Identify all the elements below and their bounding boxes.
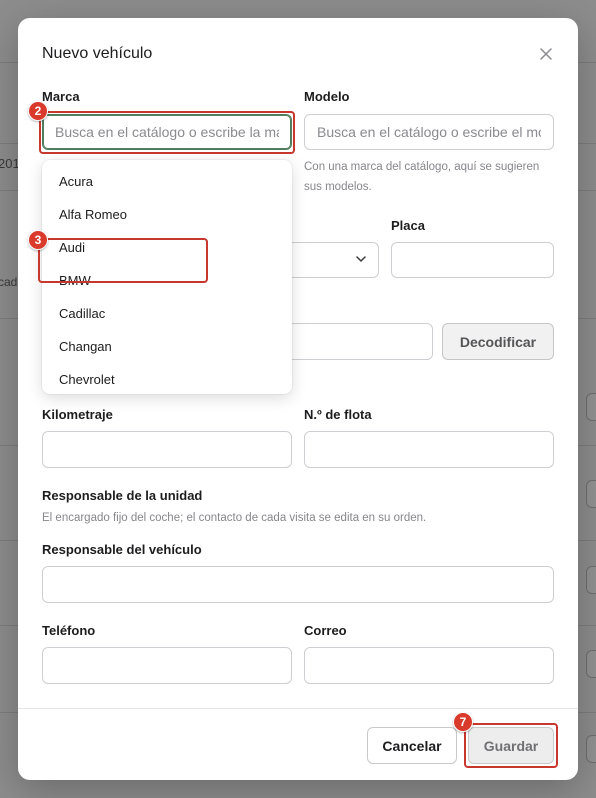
vehicle-responsible-label: Responsable del vehículo	[42, 542, 202, 557]
bg-row-control	[586, 735, 596, 763]
brand-input[interactable]	[42, 114, 292, 150]
chevron-down-icon	[356, 256, 366, 262]
bg-text-fragment: 201	[0, 156, 20, 171]
step-badge-brand: 2	[28, 101, 48, 121]
brand-option-alfa-romeo[interactable]: Alfa Romeo	[42, 198, 292, 231]
model-input[interactable]	[304, 114, 554, 150]
brand-option-changan[interactable]: Changan	[42, 330, 292, 363]
responsible-section-description: El encargado fijo del coche; el contacto…	[42, 512, 427, 524]
close-icon	[540, 48, 552, 60]
close-button[interactable]	[534, 42, 558, 66]
bg-row-control	[586, 480, 596, 508]
brand-option-cadillac[interactable]: Cadillac	[42, 297, 292, 330]
model-helper-text: Con una marca del catálogo, aquí se sugi…	[304, 161, 540, 193]
phone-label: Teléfono	[42, 623, 96, 638]
fleet-number-label: N.º de flota	[304, 407, 372, 422]
step-badge-options: 3	[28, 230, 48, 250]
new-vehicle-modal: Nuevo vehículo Marca Modelo Con una marc…	[18, 18, 578, 780]
brand-label: Marca	[42, 89, 80, 104]
plate-label: Placa	[391, 218, 425, 233]
save-button[interactable]: Guardar	[468, 727, 554, 764]
bg-row-control	[586, 566, 596, 594]
model-label: Modelo	[304, 89, 350, 104]
brand-option-audi[interactable]: Audi	[42, 231, 292, 264]
brand-option-bmw[interactable]: BMW	[42, 264, 292, 297]
brand-suggestions-dropdown: Acura Alfa Romeo Audi BMW Cadillac Chang…	[42, 160, 292, 394]
responsible-section-title: Responsable de la unidad	[42, 488, 203, 503]
phone-input[interactable]	[42, 647, 292, 684]
email-input[interactable]	[304, 647, 554, 684]
bg-text-fragment: cad	[0, 275, 18, 289]
modal-title: Nuevo vehículo	[42, 45, 153, 62]
mileage-label: Kilometraje	[42, 407, 113, 422]
fleet-number-input[interactable]	[304, 431, 554, 468]
footer-divider	[18, 708, 578, 709]
decode-button[interactable]: Decodificar	[442, 323, 554, 360]
email-label: Correo	[304, 623, 347, 638]
vehicle-responsible-input[interactable]	[42, 566, 554, 603]
brand-option-chevrolet[interactable]: Chevrolet	[42, 363, 292, 396]
plate-input[interactable]	[391, 242, 554, 278]
cancel-button[interactable]: Cancelar	[367, 727, 457, 764]
brand-option-acura[interactable]: Acura	[42, 165, 292, 198]
mileage-input[interactable]	[42, 431, 292, 468]
bg-row-control	[586, 650, 596, 678]
step-badge-save: 7	[453, 712, 473, 732]
bg-row-control	[586, 393, 596, 421]
